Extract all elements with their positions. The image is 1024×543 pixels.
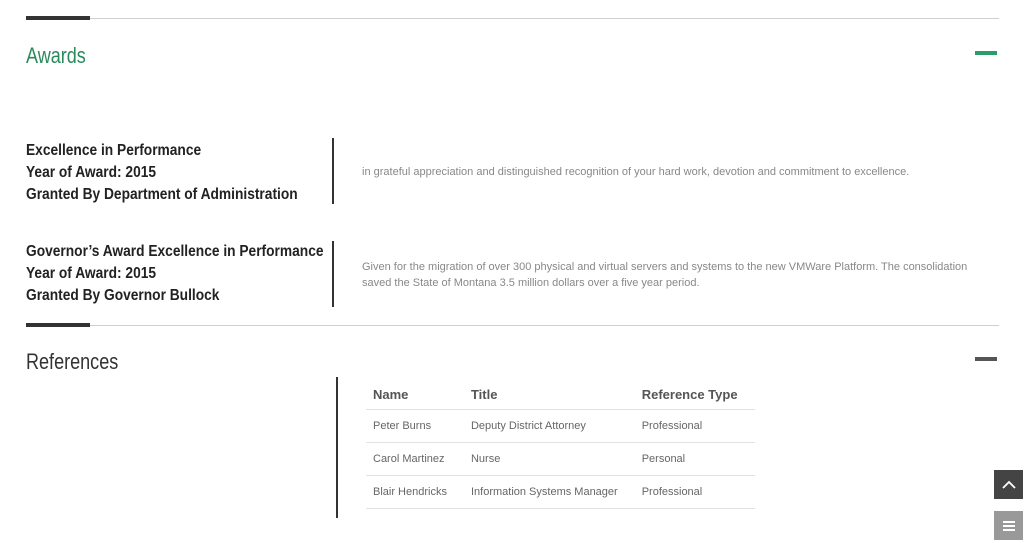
references-divider (336, 377, 338, 518)
reference-name: Carol Martinez (366, 442, 464, 476)
table-header-row: Name Title Reference Type (366, 378, 755, 410)
section-rule (26, 323, 999, 327)
scroll-to-top-button[interactable] (994, 470, 1023, 499)
reference-type: Personal (634, 442, 755, 476)
column-header-title: Title (463, 378, 635, 410)
award-meta: Excellence in Performance Year of Award:… (26, 140, 326, 206)
award-description: in grateful appreciation and distinguish… (362, 166, 910, 178)
award-divider (332, 241, 334, 307)
award-granted-by: Granted By Governor Bullock (26, 287, 220, 304)
references-collapse-toggle[interactable] (975, 357, 997, 361)
resume-page: Awards Excellence in Performance Year of… (0, 0, 1024, 543)
award-name: Excellence in Performance (26, 142, 202, 159)
reference-name: Peter Burns (366, 409, 464, 443)
award-name: Governor’s Award Excellence in Performan… (26, 243, 324, 260)
section-rule-accent (26, 323, 90, 327)
reference-title: Nurse (463, 442, 635, 476)
column-header-reference-type: Reference Type (634, 378, 755, 410)
award-year: Year of Award: 2015 (26, 265, 157, 282)
reference-title: Information Systems Manager (463, 475, 635, 509)
award-year: Year of Award: 2015 (26, 164, 157, 181)
section-rule (26, 16, 999, 20)
table-row: Carol Martinez Nurse Personal (366, 442, 755, 476)
award-description: Given for the migration of over 300 phys… (362, 261, 968, 289)
award-divider (332, 138, 334, 204)
reference-type: Professional (634, 475, 755, 509)
reference-title: Deputy District Attorney (463, 409, 635, 443)
table-row: Blair Hendricks Information Systems Mana… (366, 475, 755, 509)
award-granted-by: Granted By Department of Administration (26, 186, 298, 203)
chevron-up-icon (1001, 480, 1016, 489)
references-title: References (26, 349, 119, 374)
menu-icon (1002, 520, 1015, 531)
awards-title: Awards (26, 43, 86, 68)
award-meta: Governor’s Award Excellence in Performan… (26, 241, 326, 307)
column-header-name: Name (366, 378, 464, 410)
reference-type: Professional (634, 409, 755, 443)
reference-name: Blair Hendricks (366, 475, 464, 509)
references-table: Name Title Reference Type Peter Burns De… (366, 378, 755, 509)
menu-button[interactable] (994, 511, 1023, 540)
awards-collapse-toggle[interactable] (975, 51, 997, 55)
table-row: Peter Burns Deputy District Attorney Pro… (366, 409, 755, 443)
section-rule-accent (26, 16, 90, 20)
